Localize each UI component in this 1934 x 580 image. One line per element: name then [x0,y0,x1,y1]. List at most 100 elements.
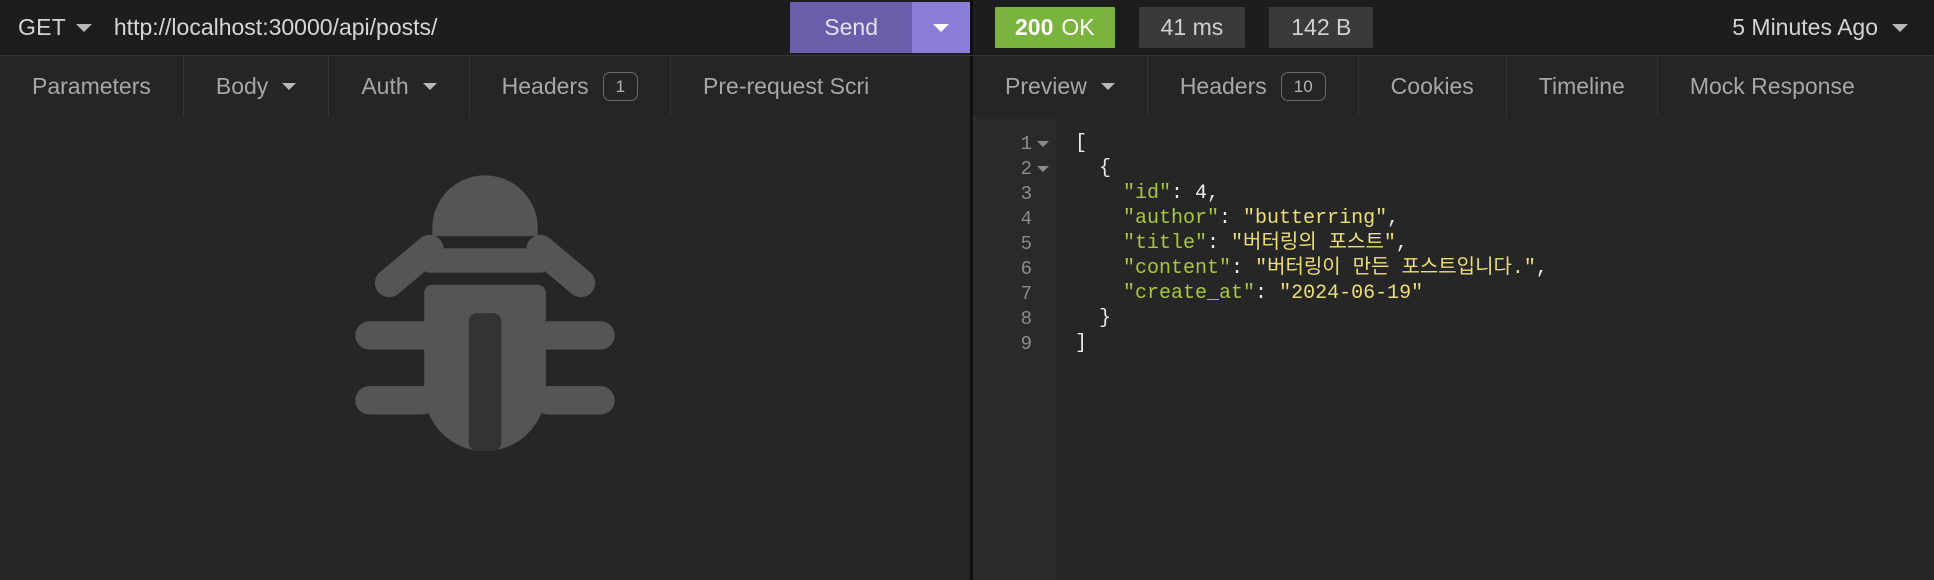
tab-label: Preview [1005,73,1087,99]
request-url-bar: GET Send [0,0,970,55]
tab-auth[interactable]: Auth [329,56,470,117]
code-line: } [1075,306,1934,331]
fold-arrow-icon[interactable] [1037,140,1049,147]
json-response-code[interactable]: [ { "id": 4, "author": "butterring", "ti… [1057,117,1934,580]
code-token: : [1255,282,1280,305]
code-token: } [1075,307,1112,330]
line-number: 8 [1020,307,1032,330]
content-panes: 123456789 [ { "id": 4, "author": "butter… [0,117,1934,580]
response-history-label: 5 Minutes Ago [1732,14,1878,40]
line-number-gutter: 123456789 [973,117,1057,580]
code-token: , [1395,232,1408,255]
request-body-pane [0,117,970,580]
tab-timeline[interactable]: Timeline [1507,56,1658,117]
tab-parameters[interactable]: Parameters [0,56,184,117]
gutter-line: 1 [973,131,1057,156]
line-number: 9 [1020,332,1032,355]
line-number: 1 [1020,132,1032,155]
code-line: { [1075,156,1934,181]
line-number: 4 [1020,207,1032,230]
tab-mock-response[interactable]: Mock Response [1658,56,1887,117]
tab-body[interactable]: Body [184,56,330,117]
gutter-line: 3 [973,181,1057,206]
tab-label: Parameters [32,73,151,99]
chevron-down-icon [75,23,92,32]
code-token: "2024-06-19" [1279,282,1424,305]
code-token: "title" [1123,232,1208,255]
gutter-line: 2 [973,156,1057,181]
gutter-line: 5 [973,231,1057,256]
http-method-selector[interactable]: GET [0,0,92,55]
send-button-group: Send [790,2,970,53]
send-button[interactable]: Send [790,2,912,53]
line-number: 7 [1020,282,1032,305]
tab-label: Cookies [1390,73,1474,99]
tab-cookies[interactable]: Cookies [1359,56,1507,117]
status-code: 200 [1015,14,1054,40]
code-line: "author": "butterring", [1075,206,1934,231]
code-token: 4 [1195,182,1208,205]
code-line: "content": "버터링이 만든 포스트입니다.", [1075,256,1934,281]
code-token: "content" [1123,257,1232,280]
code-token: "butterring" [1243,207,1388,230]
tab-preview[interactable]: Preview [973,56,1148,117]
code-line: ] [1075,331,1934,356]
tab-pre-request-scri[interactable]: Pre-request Scri [671,56,901,117]
code-token: ] [1075,332,1088,355]
tab-label: Headers [1179,73,1267,99]
code-token: "author" [1123,207,1220,230]
url-input[interactable] [91,0,791,55]
response-status-bar: 200 OK 41 ms 142 B 5 Minutes Ago [973,0,1934,55]
code-token: : [1231,257,1256,280]
code-token: , [1387,207,1400,230]
response-body-pane: 123456789 [ { "id": 4, "author": "butter… [973,117,1934,580]
top-bar: GET Send 200 OK 41 ms 142 B 5 Minutes Ag… [0,0,1934,55]
status-text: OK [1061,14,1095,40]
line-number: 2 [1020,157,1032,180]
api-client-window: GET Send 200 OK 41 ms 142 B 5 Minutes Ag… [0,0,1934,580]
code-token: : [1171,182,1196,205]
request-tabs: Parameters Body Auth Headers 1 Pre-request Sc… [0,56,970,117]
tab-label: Timeline [1538,73,1625,99]
line-number: 3 [1020,182,1032,205]
gutter-line: 9 [973,331,1057,356]
code-token: , [1535,257,1548,280]
code-token: : [1207,232,1232,255]
code-line: "create_at": "2024-06-19" [1075,281,1934,306]
http-method-label: GET [18,14,66,40]
tab-count-badge: 1 [602,72,639,101]
tab-label: Body [215,73,269,99]
gutter-line: 4 [973,206,1057,231]
tab-label: Headers [501,73,589,99]
response-tabs: Preview Headers 10 Cookies Timeline Mock Resp… [973,56,1934,117]
code-line: "id": 4, [1075,181,1934,206]
fold-arrow-icon[interactable] [1037,165,1049,172]
send-options-button[interactable] [912,2,970,53]
status-badge[interactable]: 200 OK [995,7,1115,48]
tab-row: Parameters Body Auth Headers 1 Pre-request Sc… [0,55,1934,117]
gutter-line: 7 [973,281,1057,306]
tab-headers[interactable]: Headers 1 [470,56,672,117]
response-time-badge[interactable]: 41 ms [1138,7,1246,48]
code-token: [ [1075,132,1088,155]
bug-icon [355,175,615,451]
chevron-down-icon [933,23,949,32]
code-token: : [1219,207,1244,230]
code-token: "버터링의 포스트" [1231,232,1396,255]
line-number: 6 [1020,257,1032,280]
tab-headers[interactable]: Headers 10 [1148,56,1359,117]
response-history-selector[interactable]: 5 Minutes Ago [1732,14,1908,41]
tab-count-badge: 10 [1280,72,1326,101]
response-size-badge[interactable]: 142 B [1269,7,1374,48]
tab-label: Auth [361,73,409,99]
code-token: "버터링이 만든 포스트입니다." [1255,257,1536,280]
chevron-down-icon [1100,83,1115,90]
code-line: "title": "버터링의 포스트", [1075,231,1934,256]
gutter-line: 6 [973,256,1057,281]
tab-label: Mock Response [1689,73,1855,99]
chevron-down-icon [422,83,437,90]
